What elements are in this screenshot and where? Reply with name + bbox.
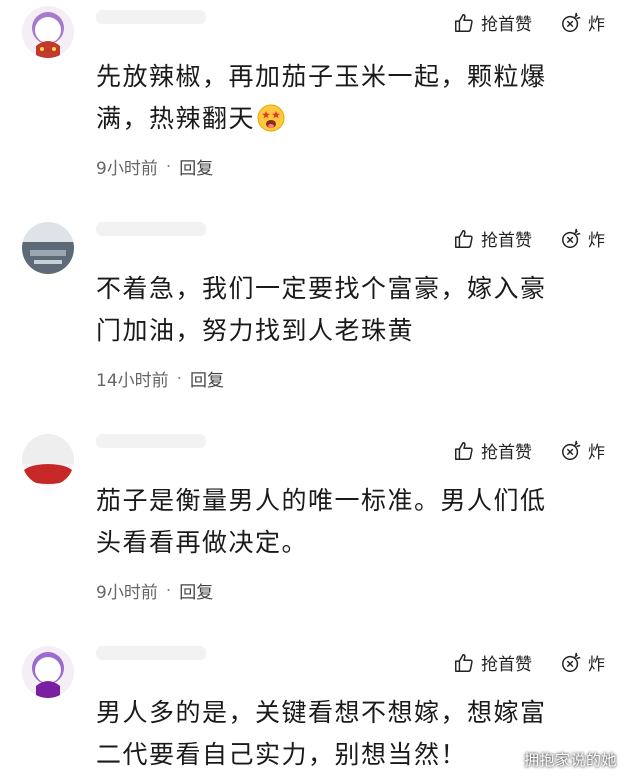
comment-text-line: 不着急，我们一定要找个富豪，嫁入豪: [96, 274, 547, 303]
comment-text: 先放辣椒，再加茄子玉米一起，颗粒爆 满，热辣翻天: [96, 56, 616, 145]
comment-text-line: 门加油，努力找到人老珠黄: [96, 316, 415, 345]
thumbs-up-icon: [453, 12, 475, 34]
comment-time: 9小时前: [96, 583, 158, 603]
comment-text-line: 男人多的是，关键看想不想嫁，想嫁富: [96, 698, 547, 727]
explode-label: 炸: [588, 15, 605, 35]
reply-button[interactable]: 回复: [179, 578, 213, 603]
like-label: 抢首赞: [481, 655, 532, 675]
like-label: 抢首赞: [481, 231, 532, 251]
bomb-icon: [560, 12, 582, 34]
username-placeholder[interactable]: [96, 434, 206, 448]
comment-text-line: 先放辣椒，再加茄子玉米一起，颗粒爆: [96, 62, 547, 91]
like-button[interactable]: 抢首赞: [453, 10, 532, 35]
watermark: 拥抱家说的她: [523, 751, 617, 769]
bomb-icon: [560, 652, 582, 674]
comment-text-line: 满，热辣翻天: [96, 98, 616, 145]
like-label: 抢首赞: [481, 443, 532, 463]
like-label: 抢首赞: [481, 15, 532, 35]
comment-meta: 14小时前 · 回复: [96, 366, 224, 392]
reply-button[interactable]: 回复: [179, 154, 213, 179]
comment-actions: 抢首赞 炸: [453, 438, 605, 463]
comment-meta: 9小时前 · 回复: [96, 578, 213, 604]
explode-label: 炸: [588, 443, 605, 463]
starstruck-emoji-icon: [257, 103, 285, 145]
comment-time: 14小时前: [96, 371, 169, 391]
comment-time: 9小时前: [96, 159, 158, 179]
comment-text: 茄子是衡量男人的唯一标准。男人们低 头看看再做决定。: [96, 480, 616, 564]
like-button[interactable]: 抢首赞: [453, 226, 532, 251]
comment-actions: 抢首赞 炸: [453, 226, 605, 251]
explode-button[interactable]: 炸: [560, 226, 605, 251]
avatar[interactable]: [22, 6, 74, 58]
username-placeholder[interactable]: [96, 222, 206, 236]
explode-button[interactable]: 炸: [560, 10, 605, 35]
meta-separator: ·: [176, 368, 183, 389]
username-placeholder[interactable]: [96, 10, 206, 24]
comment-text-line: 茄子是衡量男人的唯一标准。男人们低: [96, 486, 547, 515]
comment-text-line: 头看看再做决定。: [96, 528, 309, 557]
explode-label: 炸: [588, 655, 605, 675]
like-button[interactable]: 抢首赞: [453, 438, 532, 463]
like-button[interactable]: 抢首赞: [453, 650, 532, 675]
meta-separator: ·: [165, 580, 172, 601]
avatar[interactable]: [22, 222, 74, 274]
comment-meta: 9小时前 · 回复: [96, 154, 213, 180]
thumbs-up-icon: [453, 440, 475, 462]
thumbs-up-icon: [453, 228, 475, 250]
bomb-icon: [560, 440, 582, 462]
reply-button[interactable]: 回复: [190, 366, 224, 391]
avatar[interactable]: [22, 434, 74, 486]
username-placeholder[interactable]: [96, 646, 206, 660]
comment-text: 不着急，我们一定要找个富豪，嫁入豪 门加油，努力找到人老珠黄: [96, 268, 616, 352]
explode-button[interactable]: 炸: [560, 438, 605, 463]
comment-actions: 抢首赞 炸: [453, 10, 605, 35]
avatar[interactable]: [22, 646, 74, 698]
thumbs-up-icon: [453, 652, 475, 674]
comment-actions: 抢首赞 炸: [453, 650, 605, 675]
bomb-icon: [560, 228, 582, 250]
meta-separator: ·: [165, 156, 172, 177]
explode-button[interactable]: 炸: [560, 650, 605, 675]
explode-label: 炸: [588, 231, 605, 251]
comment-text-segment: 满，热辣翻天: [96, 104, 256, 133]
